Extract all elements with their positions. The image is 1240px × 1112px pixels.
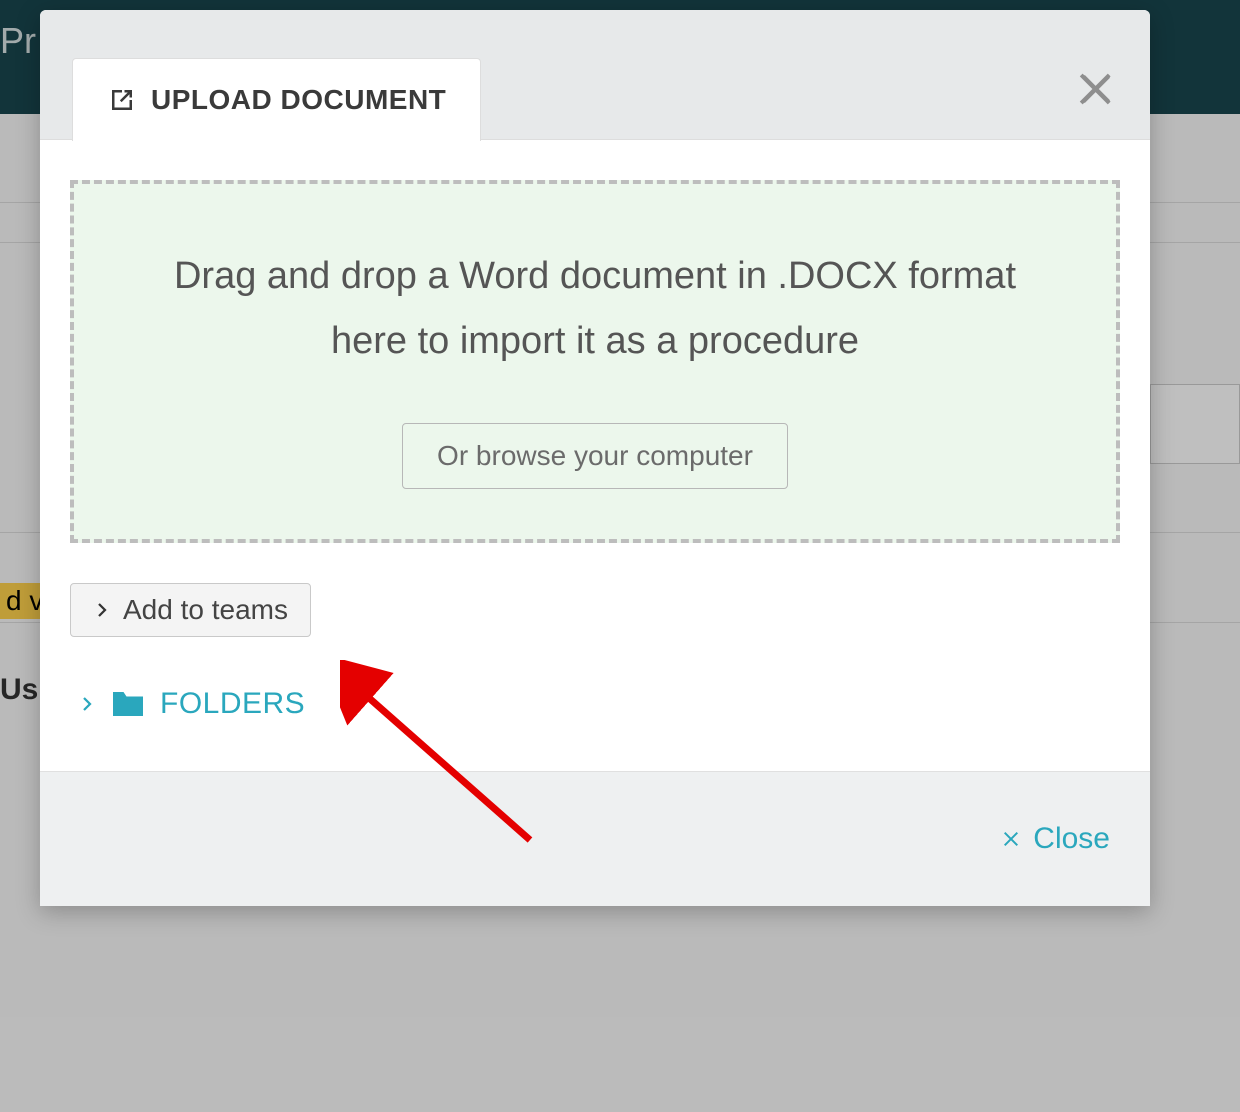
add-to-teams-label: Add to teams [123, 594, 288, 626]
modal-header: UPLOAD DOCUMENT [40, 10, 1150, 140]
modal-body: Drag and drop a Word document in .DOCX f… [40, 140, 1150, 771]
folders-label: FOLDERS [160, 687, 305, 721]
footer-close-label: Close [1033, 822, 1110, 856]
dropzone-instructions: Drag and drop a Word document in .DOCX f… [154, 244, 1036, 373]
close-icon [1072, 65, 1120, 113]
upload-document-modal: UPLOAD DOCUMENT Drag and drop a Word doc… [40, 10, 1150, 906]
chevron-right-icon [78, 695, 96, 713]
folder-icon [110, 689, 146, 719]
close-icon [999, 827, 1023, 851]
folders-toggle[interactable]: FOLDERS [78, 687, 1120, 721]
tab-label: UPLOAD DOCUMENT [151, 84, 446, 116]
modal-footer: Close [40, 771, 1150, 906]
footer-close-button[interactable]: Close [999, 822, 1110, 856]
close-button[interactable] [1072, 65, 1120, 118]
add-to-teams-button[interactable]: Add to teams [70, 583, 311, 637]
upload-icon [107, 85, 137, 115]
tab-upload-document[interactable]: UPLOAD DOCUMENT [72, 58, 481, 141]
file-dropzone[interactable]: Drag and drop a Word document in .DOCX f… [70, 180, 1120, 543]
chevron-right-icon [93, 601, 111, 619]
browse-button[interactable]: Or browse your computer [402, 423, 788, 489]
